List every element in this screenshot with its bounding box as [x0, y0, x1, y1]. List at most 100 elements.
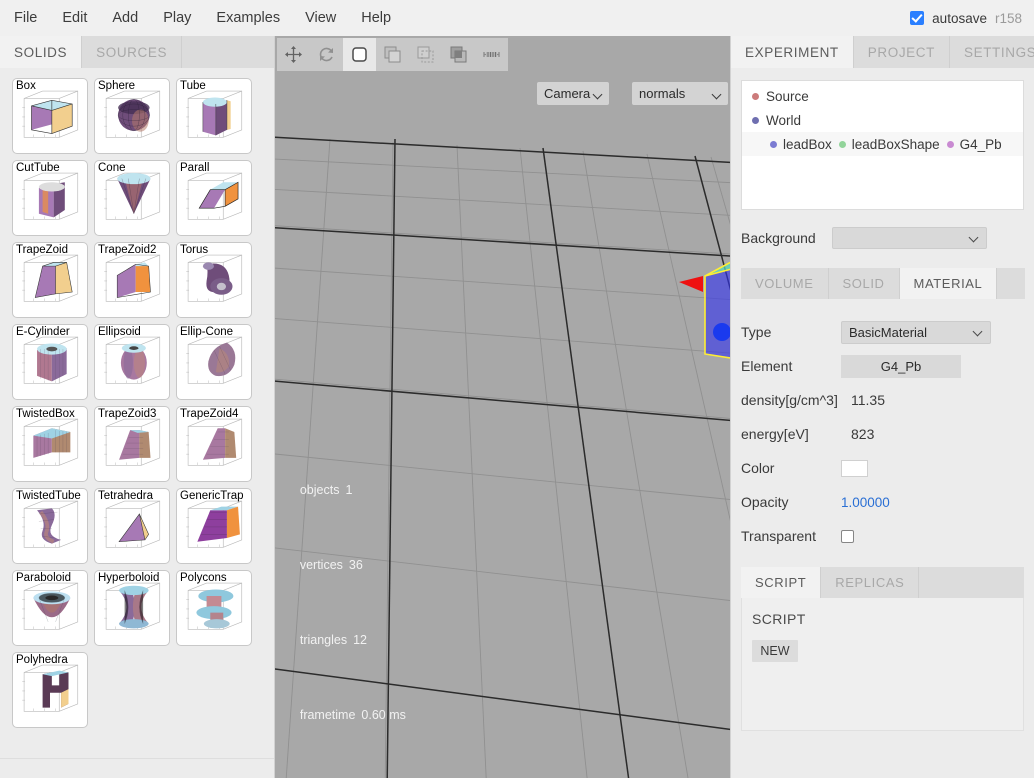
menu-item-play[interactable]: Play — [152, 6, 202, 30]
solid-card-twistedbox[interactable]: TwistedBox — [12, 406, 88, 482]
tree-item-world[interactable]: World — [742, 108, 1023, 132]
tab-script[interactable]: SCRIPT — [741, 567, 822, 598]
tree-dot-leadboxshape — [838, 140, 846, 148]
move-tool-icon[interactable] — [277, 38, 310, 71]
solid-card-label: Tetrahedra — [98, 490, 153, 502]
menu-item-edit[interactable]: Edit — [51, 6, 98, 30]
script-heading: SCRIPT — [752, 611, 806, 627]
tree-dot-leadbox — [770, 140, 777, 148]
solid-card-polycons[interactable]: Polycons — [176, 570, 252, 646]
left-tabstrip-filler — [182, 36, 274, 68]
tab-volume[interactable]: VOLUME — [741, 268, 829, 299]
tab-sources[interactable]: SOURCES — [82, 36, 183, 68]
material-element-button[interactable]: G4_Pb — [841, 354, 961, 378]
material-form: Type BasicMaterial Element G4_Pb density… — [731, 299, 1034, 553]
background-select[interactable] — [831, 227, 987, 249]
material-type-row: Type BasicMaterial — [741, 315, 1034, 349]
experiment-tree[interactable]: Source World leadBox leadBoxShape G4_Pb — [741, 80, 1024, 210]
material-transparent-checkbox[interactable] — [841, 529, 854, 543]
solid-card-paraboloid[interactable]: Paraboloid — [12, 570, 88, 646]
rotate-tool-icon[interactable] — [310, 38, 343, 71]
object-tabstrip-filler — [997, 268, 1026, 299]
material-opacity-value[interactable]: 1.00000 — [841, 495, 890, 510]
new-script-button[interactable]: NEW — [752, 640, 798, 662]
solid-card-label: TrapeZoid2 — [98, 244, 157, 256]
material-density-row: density[g/cm^3] 11.35 — [741, 383, 1034, 417]
solid-card-e-cylinder[interactable]: E-Cylinder — [12, 324, 88, 400]
tree-dot-source — [752, 92, 759, 100]
tab-solids[interactable]: SOLIDS — [0, 36, 83, 68]
solid-card-polyhedra[interactable]: Polyhedra — [12, 652, 88, 728]
menu-bar: File Edit Add Play Examples View Help au… — [0, 0, 1034, 36]
menu-item-view[interactable]: View — [294, 6, 347, 30]
solid-card-tube[interactable]: Tube — [176, 78, 252, 154]
solid-card-generictrap[interactable]: GenericTrap — [176, 488, 252, 564]
measure-tool-icon[interactable] — [475, 38, 508, 71]
menu-item-help[interactable]: Help — [350, 6, 402, 30]
solid-card-torus[interactable]: Torus — [176, 242, 252, 318]
camera-select[interactable]: Camera — [537, 82, 609, 105]
tree-label-world: World — [766, 112, 802, 128]
material-color-swatch[interactable] — [841, 459, 868, 477]
solid-card-cone[interactable]: Cone — [94, 160, 170, 236]
solid-card-label: TrapeZoid4 — [180, 408, 239, 420]
tab-experiment[interactable]: EXPERIMENT — [731, 36, 854, 68]
material-energy-label: energy[eV] — [741, 426, 809, 442]
solid-card-ellip-cone[interactable]: Ellip-Cone — [176, 324, 252, 400]
solid-card-cuttube[interactable]: CutTube — [12, 160, 88, 236]
material-element-label: Element — [741, 358, 793, 374]
right-panel: EXPERIMENT PROJECT SETTINGS Source World… — [730, 36, 1034, 778]
union-tool-icon[interactable] — [376, 38, 409, 71]
left-panel: SOLIDS SOURCES Box Sphere Tube CutTube Cone P… — [0, 36, 275, 778]
intersect-tool-icon[interactable] — [442, 38, 475, 71]
solid-card-parall[interactable]: Parall — [176, 160, 252, 236]
stat-frametime: frametime 0.60 ms — [299, 708, 406, 722]
shading-select[interactable]: normals — [632, 82, 728, 105]
select-tool-icon[interactable] — [343, 38, 376, 71]
autosave-checkbox[interactable] — [910, 11, 925, 25]
solid-card-twistedtube[interactable]: TwistedTube — [12, 488, 88, 564]
solid-card-label: E-Cylinder — [16, 326, 70, 338]
solid-card-label: CutTube — [16, 162, 60, 174]
camera-select-wrap: Camera — [537, 82, 609, 105]
material-energy-value: 823 — [851, 426, 875, 442]
tree-label-g4pb: G4_Pb — [959, 136, 1002, 152]
tree-item-source[interactable]: Source — [742, 84, 1023, 108]
solid-card-trapezoid[interactable]: TrapeZoid — [12, 242, 88, 318]
viewport-3d[interactable]: Y X Z — [275, 36, 730, 778]
tree-chip-leadbox[interactable]: leadBox — [770, 137, 832, 152]
autosave-label: autosave — [932, 10, 987, 26]
tab-settings[interactable]: SETTINGS — [949, 36, 1034, 68]
tree-item-leadbox-row[interactable]: leadBox leadBoxShape G4_Pb — [742, 132, 1023, 156]
tab-replicas[interactable]: REPLICAS — [821, 567, 920, 598]
tab-project[interactable]: PROJECT — [853, 36, 950, 68]
solid-card-sphere[interactable]: Sphere — [94, 78, 170, 154]
tree-chip-g4pb[interactable]: G4_Pb — [946, 136, 1002, 152]
tree-chip-leadboxshape[interactable]: leadBoxShape — [838, 137, 940, 152]
material-type-label: Type — [741, 324, 772, 340]
menu-item-add[interactable]: Add — [101, 6, 149, 30]
solid-card-label: Sphere — [98, 80, 136, 92]
solid-card-trapezoid4[interactable]: TrapeZoid4 — [176, 406, 252, 482]
stat-objects: objects 1 — [299, 483, 353, 497]
script-body: SCRIPT NEW — [741, 598, 1024, 731]
menu-item-examples[interactable]: Examples — [205, 6, 291, 30]
solid-card-box[interactable]: Box — [12, 78, 88, 154]
menu-item-file[interactable]: File — [3, 6, 48, 30]
tab-material[interactable]: MATERIAL — [899, 268, 998, 299]
solid-card-hyperboloid[interactable]: Hyperboloid — [94, 570, 170, 646]
left-panel-tabstrip: SOLIDS SOURCES — [0, 36, 274, 68]
solid-card-ellipsoid[interactable]: Ellipsoid — [94, 324, 170, 400]
subtract-tool-icon[interactable] — [409, 38, 442, 71]
material-type-select[interactable]: BasicMaterial — [841, 320, 991, 344]
tab-solid[interactable]: SOLID — [828, 268, 900, 299]
solid-card-label: GenericTrap — [180, 490, 244, 502]
material-type-select-wrap: BasicMaterial — [841, 320, 991, 344]
solid-card-label: Tube — [180, 80, 206, 92]
solid-card-trapezoid2[interactable]: TrapeZoid2 — [94, 242, 170, 318]
solid-card-label: TwistedBox — [16, 408, 75, 420]
solid-card-label: Parall — [180, 162, 210, 174]
solid-card-tetrahedra[interactable]: Tetrahedra — [94, 488, 170, 564]
solids-scroll-area[interactable]: Box Sphere Tube CutTube Cone Parall TrapeZoid T… — [0, 68, 274, 758]
solid-card-trapezoid3[interactable]: TrapeZoid3 — [94, 406, 170, 482]
